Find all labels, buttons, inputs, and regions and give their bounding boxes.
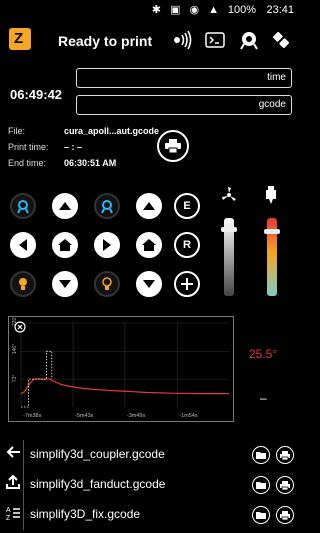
printer-icon bbox=[165, 139, 181, 153]
svg-text:A: A bbox=[6, 507, 11, 514]
add-button[interactable] bbox=[174, 271, 200, 297]
print-file-icon[interactable] bbox=[276, 506, 294, 524]
open-folder-icon[interactable] bbox=[252, 446, 270, 464]
upload-icon[interactable] bbox=[6, 474, 22, 491]
extrude-label: E bbox=[183, 200, 191, 212]
y-tick-label: 146° bbox=[12, 344, 18, 354]
status-time: 23:41 bbox=[266, 4, 294, 16]
motors-off-icon[interactable] bbox=[236, 29, 262, 51]
light-yellow-icon[interactable] bbox=[10, 271, 36, 297]
x-tick-label: -7m38s bbox=[23, 413, 42, 419]
extrude-button[interactable]: E bbox=[174, 193, 200, 219]
file-name: simplify3d_coupler.gcode bbox=[30, 447, 165, 461]
disconnect-icon[interactable] bbox=[268, 29, 294, 51]
end-time-value: 06:30:51 AM bbox=[64, 158, 117, 168]
gcode-field-label: gcode bbox=[258, 99, 286, 110]
sort-az-icon[interactable]: AZ bbox=[6, 505, 22, 522]
gcode-field[interactable]: gcode bbox=[76, 95, 292, 115]
retract-button[interactable]: R bbox=[174, 232, 200, 258]
x-tick-label: -5m43s bbox=[75, 413, 94, 419]
z-up-button[interactable] bbox=[136, 193, 162, 219]
list-item[interactable]: simplify3d_coupler.gcode bbox=[0, 441, 300, 469]
end-time-label: End time: bbox=[8, 158, 47, 168]
x-tick-label: -1m54s bbox=[179, 413, 198, 419]
terminal-icon[interactable] bbox=[202, 29, 228, 51]
time-field-label: time bbox=[267, 72, 286, 83]
temp-slider-thumb[interactable] bbox=[264, 228, 280, 234]
xy-right-button[interactable] bbox=[94, 232, 120, 258]
temp-slider[interactable] bbox=[264, 218, 280, 296]
top-bar: Z Ready to print bbox=[0, 22, 300, 62]
fan-icon bbox=[220, 186, 238, 209]
current-temperature: 25.5° bbox=[249, 347, 278, 361]
open-folder-icon[interactable] bbox=[252, 476, 270, 494]
list-item[interactable]: AZ simplify3D_fix.gcode bbox=[0, 501, 300, 529]
chart-reset-icon[interactable] bbox=[14, 320, 26, 338]
extruder-icon bbox=[266, 186, 276, 209]
fan-slider-thumb[interactable] bbox=[221, 226, 237, 232]
print-file-icon[interactable] bbox=[276, 476, 294, 494]
xy-up-button[interactable] bbox=[52, 193, 78, 219]
wireless-icon[interactable] bbox=[170, 29, 196, 51]
print-time-value: – : – bbox=[64, 142, 83, 152]
home-icon bbox=[58, 239, 72, 251]
plus-icon bbox=[181, 278, 193, 290]
xy-left-button[interactable] bbox=[10, 232, 36, 258]
status-bar: ✱ ▣ ◉ ▲ 100% 23:41 bbox=[0, 0, 300, 22]
retract-label: R bbox=[183, 239, 191, 251]
bulb-yellow-icon[interactable] bbox=[94, 271, 120, 297]
print-time-label: Print time: bbox=[8, 142, 49, 152]
file-label: File: bbox=[8, 126, 26, 136]
target-temperature: – bbox=[260, 391, 267, 405]
xy-down-button[interactable] bbox=[52, 271, 78, 297]
file-name: simplify3d_fanduct.gcode bbox=[30, 477, 166, 491]
xy-home-button[interactable] bbox=[52, 232, 78, 258]
file-value: cura_apoll...aut.gcode bbox=[64, 126, 160, 136]
elapsed-clock: 06:49:42 bbox=[10, 87, 63, 102]
y-tick-label: 73° bbox=[12, 375, 18, 383]
temperature-chart-svg: 220°146°73°-7m38s -5m43s -3m49s -1m54s bbox=[12, 316, 229, 419]
print-button[interactable] bbox=[157, 130, 189, 162]
back-arrow-icon[interactable] bbox=[6, 445, 22, 461]
svg-text:Z: Z bbox=[6, 515, 11, 521]
x-tick-label: -3m49s bbox=[127, 413, 146, 419]
list-item[interactable]: simplify3d_fanduct.gcode bbox=[0, 471, 300, 499]
print-file-icon[interactable] bbox=[276, 446, 294, 464]
fan-slider[interactable] bbox=[221, 218, 237, 296]
time-field[interactable]: time bbox=[76, 68, 292, 88]
z-down-button[interactable] bbox=[136, 271, 162, 297]
nozzle-blue-icon[interactable] bbox=[94, 193, 120, 219]
page-title: Ready to print bbox=[58, 33, 153, 49]
file-name: simplify3D_fix.gcode bbox=[30, 507, 141, 521]
open-folder-icon[interactable] bbox=[252, 506, 270, 524]
status-icons: ✱ ▣ ◉ ▲ bbox=[151, 4, 222, 16]
z-home-button[interactable] bbox=[136, 232, 162, 258]
light-blue-icon[interactable] bbox=[10, 193, 36, 219]
app-logo[interactable]: Z bbox=[9, 28, 31, 50]
temperature-chart: 220° 146° 73° -7m38s -5m43s -3m49s -1m54s bbox=[8, 316, 234, 422]
battery-percent: 100% bbox=[227, 4, 256, 16]
home-icon bbox=[142, 239, 156, 251]
